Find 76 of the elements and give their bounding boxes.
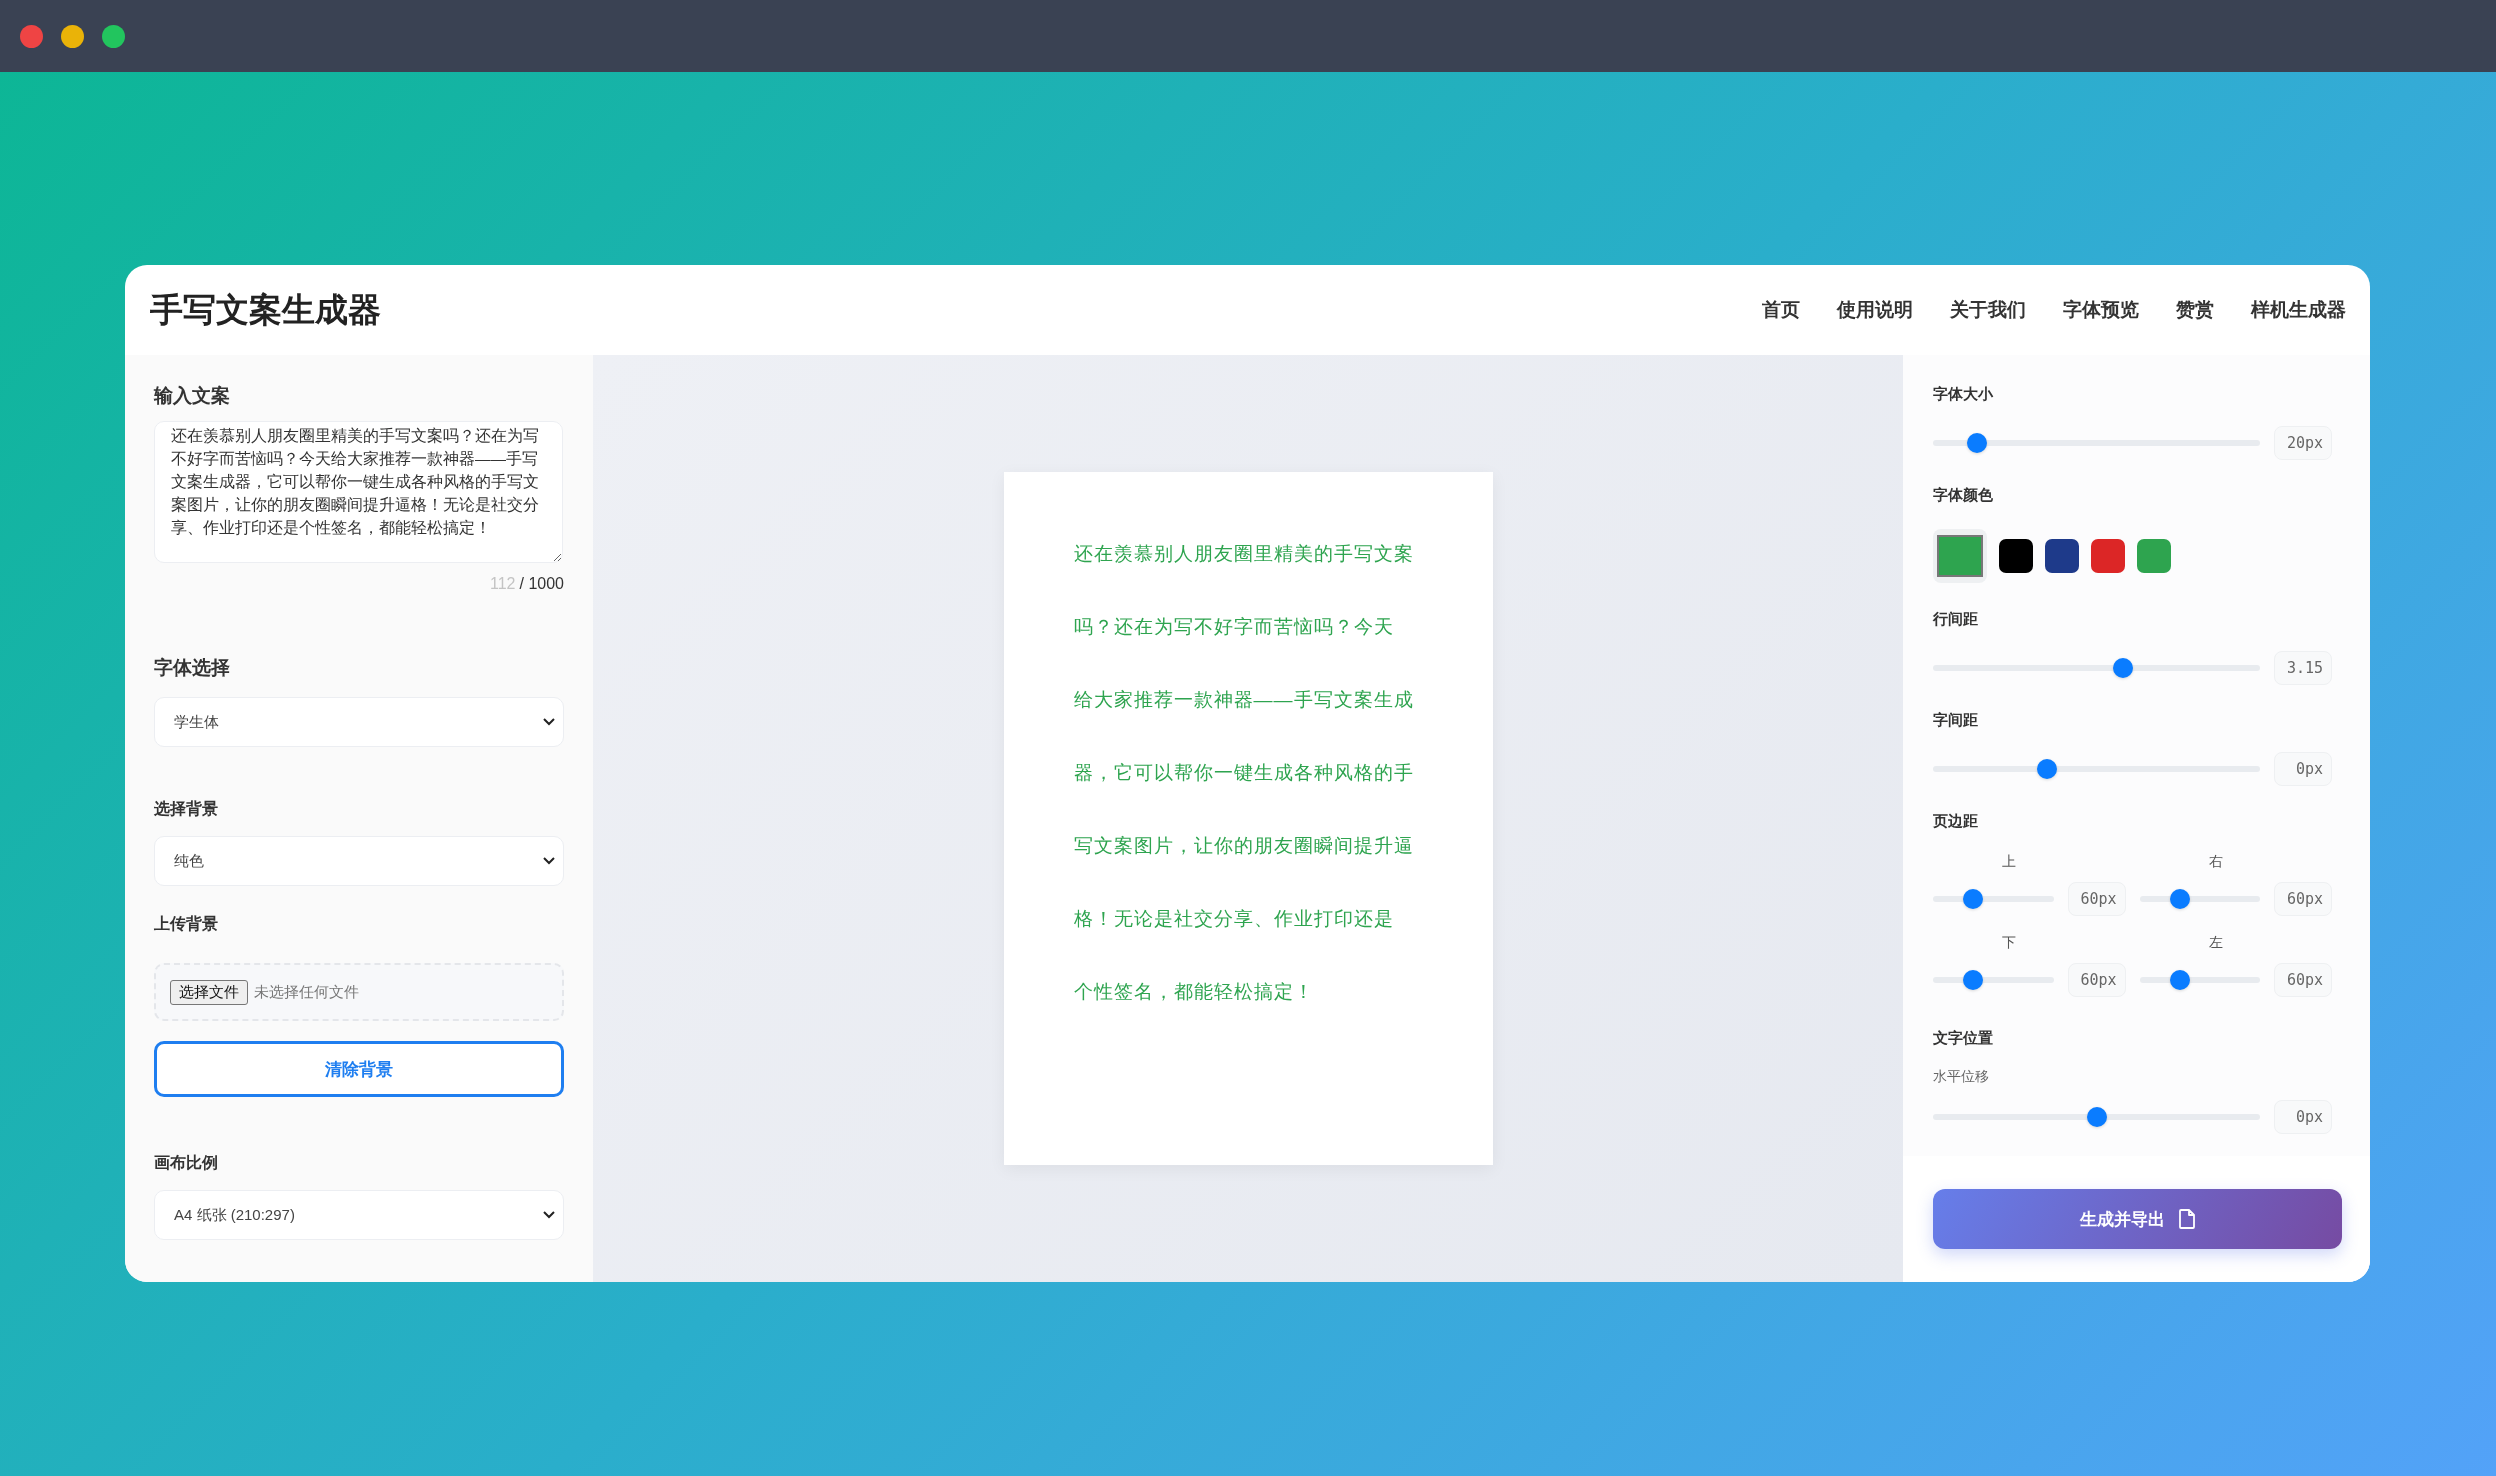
ratio-select[interactable]: A4 纸张 (210:297) (154, 1190, 564, 1240)
nav-link[interactable]: 赞赏 (2176, 297, 2214, 323)
handwritten-line: 写文案图片，让你的朋友圈瞬间提升逼 (1073, 834, 1415, 857)
maximize-window-button[interactable] (102, 24, 125, 48)
text-input-field[interactable]: 还在羡慕别人朋友圈里精美的手写文案吗？还在为写不好字而苦恼吗？今天给大家推荐一款神器——手写文案生成器，它可以帮你一键生成各种风格的手写文案图片，让你的朋友圈瞬间提升逼格！无论是社交分享、作业打印还是个性签名，都能轻松搞定！ (154, 421, 563, 563)
margin-side-label: 下 (2002, 934, 2017, 952)
handwritten-line: 给大家推荐一款神器——手写文案生成 (1073, 688, 1415, 711)
letter-spacing-slider[interactable] (1933, 758, 2260, 780)
handwritten-line: 个性签名，都能轻松搞定！ (1073, 980, 1315, 1003)
value-display: 60px (2274, 882, 2332, 916)
slider-thumb[interactable] (2086, 1107, 2107, 1127)
chevron-down-icon (543, 718, 555, 726)
nav-link[interactable]: 关于我们 (1950, 297, 2026, 323)
value-display: 60px (2274, 963, 2332, 997)
value-display: 0px (2274, 752, 2332, 786)
value-display: 3.15 (2274, 651, 2332, 685)
slider-thumb[interactable] (2037, 759, 2058, 779)
handwritten-line: 还在羡慕别人朋友圈里精美的手写文案 (1073, 542, 1415, 565)
background-select[interactable]: 纯色 (154, 836, 564, 886)
clear-background-button[interactable]: 清除背景 (154, 1041, 564, 1097)
generate-export-button[interactable]: 生成并导出 (1933, 1189, 2342, 1249)
handwritten-line: 格！无论是社交分享、作业打印还是 (1073, 907, 1395, 930)
nav-link[interactable]: 样机生成器 (2251, 297, 2346, 323)
color-picker[interactable] (1933, 529, 1987, 583)
setting-label: 字体大小 (1933, 385, 1994, 404)
slider-thumb[interactable] (1962, 889, 1983, 909)
color-swatch[interactable] (1999, 539, 2033, 573)
file-status: 未选择任何文件 (254, 982, 359, 1002)
color-swatch[interactable] (2137, 539, 2171, 573)
chevron-down-icon (543, 857, 555, 865)
margin-slider[interactable] (2139, 888, 2260, 910)
setting-label: 行间距 (1933, 610, 1979, 629)
chevron-down-icon (543, 1211, 555, 1219)
section-label: 输入文案 (154, 384, 231, 408)
slider-thumb[interactable] (2170, 970, 2191, 990)
setting-label: 页边距 (1933, 812, 1979, 831)
value-display: 0px (2274, 1100, 2332, 1134)
handwritten-line: 吗？还在为写不好字而苦恼吗？今天 (1073, 615, 1395, 638)
choose-file-button[interactable]: 选择文件 (170, 979, 248, 1005)
margin-slider[interactable] (1933, 888, 2054, 910)
section-label: 上传背景 (154, 914, 219, 934)
setting-label: 文字位置 (1933, 1029, 1994, 1048)
margin-side-label: 左 (2208, 934, 2223, 952)
value-display: 60px (2067, 963, 2126, 997)
color-swatch[interactable] (2091, 539, 2125, 573)
handwritten-line: 器，它可以帮你一键生成各种风格的手 (1073, 761, 1415, 784)
file-icon (2179, 1209, 2195, 1229)
minimize-window-button[interactable] (61, 24, 84, 48)
section-label: 字体选择 (154, 656, 231, 680)
line-height-slider[interactable] (1933, 657, 2260, 679)
font-size-slider[interactable] (1933, 432, 2260, 454)
slider-thumb[interactable] (2170, 889, 2191, 909)
close-window-button[interactable] (20, 24, 43, 48)
nav-link[interactable]: 首页 (1762, 297, 1800, 323)
slider-thumb[interactable] (1967, 433, 1988, 453)
slider-thumb[interactable] (1962, 970, 1983, 990)
color-swatch[interactable] (2045, 539, 2079, 573)
file-upload-field[interactable]: 选择文件 未选择任何文件 (154, 963, 564, 1021)
setting-label: 字体颜色 (1933, 486, 1994, 505)
nav-link[interactable]: 字体预览 (2063, 297, 2139, 323)
margin-side-label: 右 (2208, 853, 2223, 871)
nav-link[interactable]: 使用说明 (1837, 297, 1913, 323)
margin-slider[interactable] (2139, 969, 2260, 991)
section-label: 画布比例 (154, 1153, 219, 1173)
margin-side-label: 上 (2002, 853, 2017, 871)
app-title: 手写文案生成器 (150, 289, 381, 330)
horizontal-offset-slider[interactable] (1933, 1106, 2260, 1128)
char-limit: / 1000 (519, 575, 564, 593)
font-select[interactable]: 学生体 (154, 697, 564, 747)
setting-label: 字间距 (1933, 711, 1979, 730)
slider-thumb[interactable] (2112, 658, 2133, 678)
setting-sublabel: 水平位移 (1933, 1068, 1990, 1086)
value-display: 20px (2274, 426, 2332, 460)
value-display: 60px (2067, 882, 2126, 916)
margin-slider[interactable] (1933, 969, 2054, 991)
section-label: 选择背景 (154, 799, 219, 819)
